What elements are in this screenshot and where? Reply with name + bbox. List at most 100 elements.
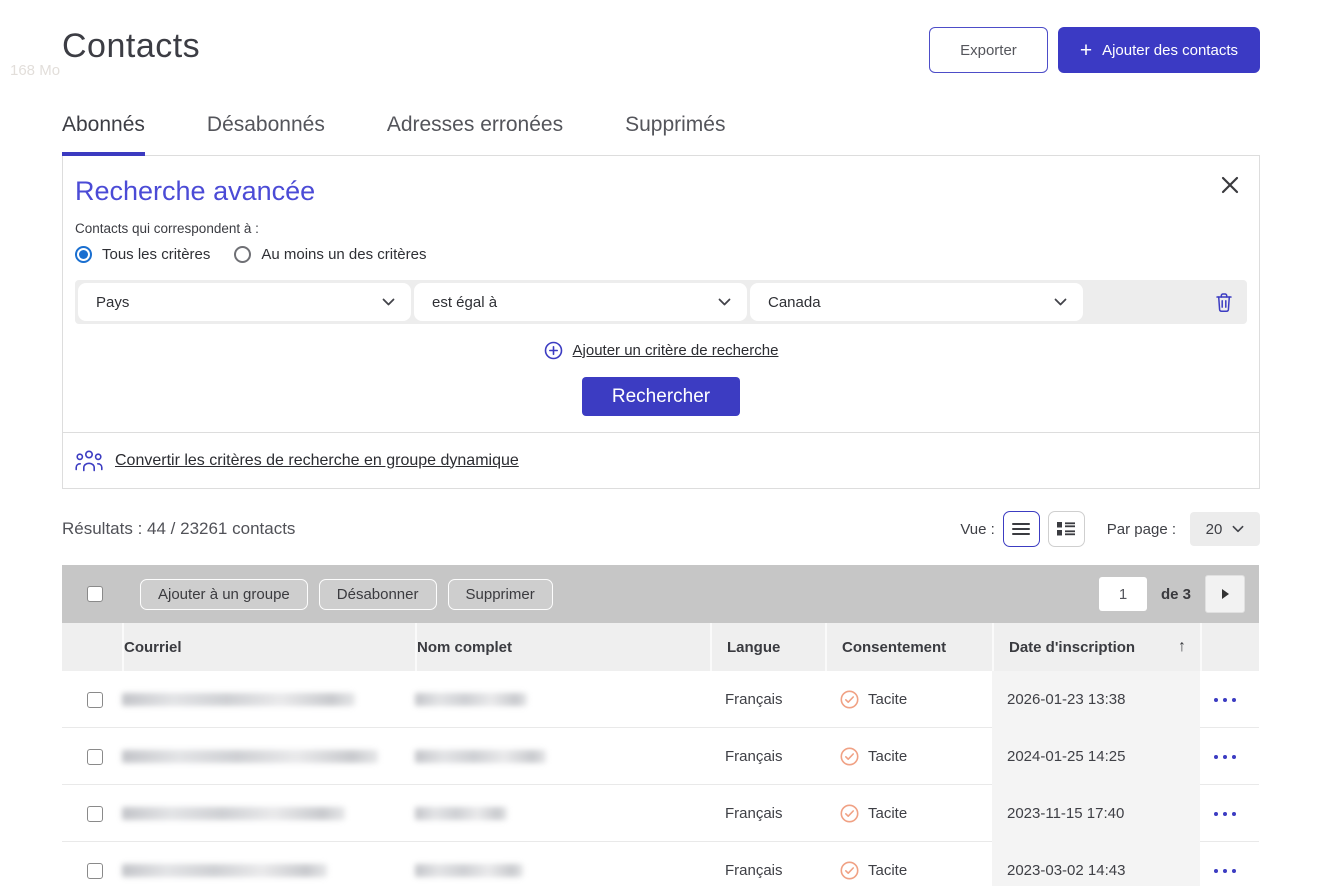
redacted-name bbox=[415, 750, 546, 763]
sort-ascending-icon[interactable]: ↑ bbox=[1178, 638, 1186, 656]
chevron-down-icon bbox=[718, 298, 731, 306]
redacted-email bbox=[122, 693, 355, 706]
row-menu-button[interactable] bbox=[1214, 754, 1246, 760]
column-header-courriel[interactable]: Courriel bbox=[122, 623, 415, 671]
row-checkbox[interactable] bbox=[87, 806, 103, 822]
redacted-name bbox=[415, 693, 527, 706]
export-button[interactable]: Exporter bbox=[929, 27, 1048, 73]
table-row: Français Tacite 2023-03-02 14:43 bbox=[62, 842, 1259, 886]
delete-criteria-button[interactable] bbox=[1215, 292, 1233, 318]
contacts-table: Ajouter à un groupe Désabonner Supprimer… bbox=[62, 565, 1259, 886]
list-view-icon bbox=[1012, 522, 1030, 536]
convert-to-group-row: Convertir les critères de recherche en g… bbox=[63, 433, 1259, 488]
table-body: Français Tacite 2026-01-23 13:38 Françai… bbox=[62, 671, 1259, 886]
delete-button[interactable]: Supprimer bbox=[448, 579, 553, 610]
trash-icon bbox=[1215, 292, 1233, 313]
criteria-operator-select[interactable]: est égal à bbox=[414, 283, 747, 321]
date-value: 2023-11-15 17:40 bbox=[1007, 805, 1124, 822]
redacted-email bbox=[122, 750, 378, 763]
results-row: Résultats : 44 / 23261 contacts Vue : Pa… bbox=[62, 511, 1260, 547]
tab-adresses-erronees[interactable]: Adresses erronées bbox=[387, 113, 563, 155]
chevron-down-icon bbox=[1054, 298, 1067, 306]
consent-check-icon bbox=[840, 861, 859, 880]
contacts-page: 168 Mo Contacts Exporter + Ajouter des c… bbox=[0, 0, 1322, 886]
page-title: Contacts bbox=[62, 27, 200, 66]
plus-icon: + bbox=[1080, 40, 1092, 61]
consent-value: Tacite bbox=[868, 691, 907, 708]
language-value: Français bbox=[725, 748, 783, 765]
date-value: 2026-01-23 13:38 bbox=[1007, 691, 1125, 708]
advanced-search-form: Recherche avancée Contacts qui correspon… bbox=[63, 156, 1259, 433]
search-button[interactable]: Rechercher bbox=[582, 377, 740, 416]
advanced-search-panel: Recherche avancée Contacts qui correspon… bbox=[62, 155, 1260, 489]
view-label: Vue : bbox=[960, 521, 994, 538]
next-page-button[interactable] bbox=[1205, 575, 1245, 613]
table-row: Français Tacite 2024-01-25 14:25 bbox=[62, 728, 1259, 785]
per-page-label: Par page : bbox=[1107, 521, 1176, 538]
column-header-langue[interactable]: Langue bbox=[710, 623, 825, 671]
results-summary: Résultats : 44 / 23261 contacts bbox=[62, 519, 295, 539]
date-value: 2023-03-02 14:43 bbox=[1007, 862, 1125, 879]
date-value: 2024-01-25 14:25 bbox=[1007, 748, 1125, 765]
row-checkbox[interactable] bbox=[87, 863, 103, 879]
search-criteria-row: Pays est égal à Canada bbox=[75, 280, 1247, 324]
page-header: Contacts Exporter + Ajouter des contacts bbox=[0, 0, 1322, 73]
column-header-date-inscription[interactable]: Date d'inscription ↑ bbox=[992, 623, 1200, 671]
language-value: Français bbox=[725, 805, 783, 822]
column-header-consentement[interactable]: Consentement bbox=[825, 623, 992, 671]
chevron-down-icon bbox=[382, 298, 395, 306]
redacted-email bbox=[122, 864, 327, 877]
tab-desabonnes[interactable]: Désabonnés bbox=[207, 113, 325, 155]
table-header-row: Courriel Nom complet Langue Consentement… bbox=[62, 623, 1259, 671]
page-number-input[interactable] bbox=[1099, 577, 1147, 611]
consent-check-icon bbox=[840, 690, 859, 709]
radio-any-criteria[interactable]: Au moins un des critères bbox=[234, 246, 426, 263]
row-checkbox[interactable] bbox=[87, 749, 103, 765]
chevron-down-icon bbox=[1232, 525, 1244, 533]
unsubscribe-button[interactable]: Désabonner bbox=[319, 579, 437, 610]
consent-check-icon bbox=[840, 747, 859, 766]
consent-value: Tacite bbox=[868, 862, 907, 879]
column-header-nom-complet[interactable]: Nom complet bbox=[415, 623, 710, 671]
radio-all-criteria[interactable]: Tous les critères bbox=[75, 246, 210, 263]
table-action-bar: Ajouter à un groupe Désabonner Supprimer… bbox=[62, 565, 1259, 623]
circle-plus-icon bbox=[544, 341, 563, 360]
advanced-search-title: Recherche avancée bbox=[75, 176, 1247, 207]
ghost-sidebar-remnant: 168 Mo bbox=[10, 62, 60, 79]
table-row: Français Tacite 2023-11-15 17:40 bbox=[62, 785, 1259, 842]
redacted-email bbox=[122, 807, 345, 820]
add-to-group-button[interactable]: Ajouter à un groupe bbox=[140, 579, 308, 610]
add-contacts-button[interactable]: + Ajouter des contacts bbox=[1058, 27, 1260, 73]
row-menu-button[interactable] bbox=[1214, 868, 1246, 874]
list-view-button[interactable] bbox=[1003, 511, 1040, 547]
convert-to-group-link[interactable]: Convertir les critères de recherche en g… bbox=[115, 452, 519, 470]
card-view-button[interactable] bbox=[1048, 511, 1085, 547]
redacted-name bbox=[415, 864, 523, 877]
per-page-select[interactable]: 20 bbox=[1190, 512, 1260, 546]
tab-abonnes[interactable]: Abonnés bbox=[62, 113, 145, 155]
consent-check-icon bbox=[840, 804, 859, 823]
group-icon bbox=[75, 449, 103, 472]
row-menu-button[interactable] bbox=[1214, 811, 1246, 817]
page-total-label: de 3 bbox=[1161, 586, 1191, 603]
close-icon[interactable] bbox=[1219, 174, 1241, 196]
consent-value: Tacite bbox=[868, 805, 907, 822]
language-value: Français bbox=[725, 862, 783, 879]
next-arrow-icon bbox=[1222, 589, 1229, 599]
language-value: Français bbox=[725, 691, 783, 708]
select-all-checkbox[interactable] bbox=[87, 586, 103, 602]
match-criteria-label: Contacts qui correspondent à : bbox=[75, 221, 1247, 236]
radio-selected-icon bbox=[75, 246, 92, 263]
criteria-value-select[interactable]: Canada bbox=[750, 283, 1083, 321]
header-actions: Exporter + Ajouter des contacts bbox=[929, 27, 1260, 73]
table-row: Français Tacite 2026-01-23 13:38 bbox=[62, 671, 1259, 728]
add-criteria-link[interactable]: Ajouter un critère de recherche bbox=[75, 341, 1247, 360]
row-checkbox[interactable] bbox=[87, 692, 103, 708]
row-menu-button[interactable] bbox=[1214, 697, 1246, 703]
consent-value: Tacite bbox=[868, 748, 907, 765]
header-checkbox-spacer bbox=[62, 623, 122, 671]
header-actions-spacer bbox=[1200, 623, 1259, 671]
match-mode-radios: Tous les critères Au moins un des critèr… bbox=[75, 246, 1247, 263]
criteria-field-select[interactable]: Pays bbox=[78, 283, 411, 321]
tab-supprimes[interactable]: Supprimés bbox=[625, 113, 725, 155]
